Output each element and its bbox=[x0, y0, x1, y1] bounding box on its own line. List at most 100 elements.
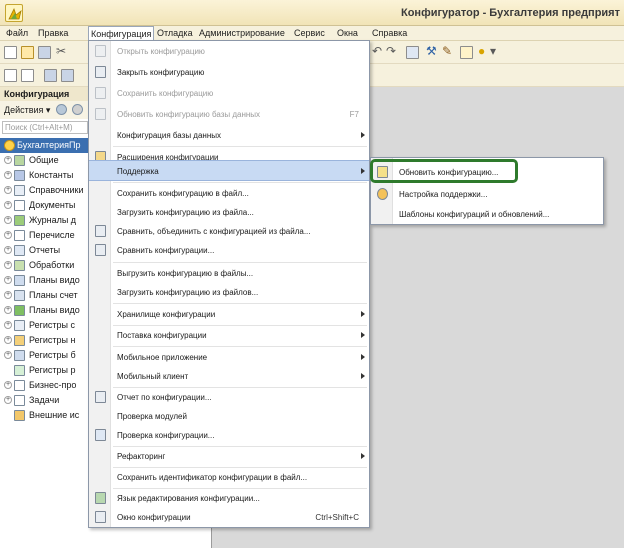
title-bar: Конфигуратор - Бухгалтерия предприят bbox=[0, 0, 624, 26]
new-file-icon[interactable] bbox=[4, 46, 17, 59]
menu-item-config-report[interactable]: Отчет по конфигурации... bbox=[89, 387, 369, 408]
reports-icon bbox=[14, 245, 25, 256]
expand-icon[interactable]: + bbox=[4, 351, 12, 359]
notes-icon[interactable] bbox=[460, 46, 473, 59]
update-config-icon bbox=[377, 166, 388, 178]
documents-icon bbox=[14, 200, 25, 211]
menu-item-save-config-id[interactable]: Сохранить идентификатор конфигурации в ф… bbox=[89, 467, 369, 488]
journals-icon bbox=[14, 215, 25, 226]
actions-menu-button[interactable]: Действия ▾ bbox=[4, 105, 50, 115]
menu-service[interactable]: Сервис bbox=[294, 28, 325, 38]
search-input[interactable]: Поиск (Ctrl+Alt+M) bbox=[2, 121, 88, 134]
report-config-icon bbox=[95, 391, 106, 403]
submenu-arrow-icon bbox=[361, 332, 365, 338]
menu-item-check-config[interactable]: Проверка конфигурации... bbox=[89, 425, 369, 446]
enums-icon bbox=[14, 230, 25, 241]
open-folder-icon[interactable] bbox=[21, 46, 34, 59]
menu-item-support[interactable]: Поддержка bbox=[89, 160, 369, 181]
save-config-icon bbox=[95, 87, 106, 99]
menu-edit[interactable]: Правка bbox=[38, 28, 68, 38]
info-icon[interactable]: ● bbox=[478, 44, 485, 58]
expand-icon[interactable]: + bbox=[4, 306, 12, 314]
expand-icon[interactable]: + bbox=[4, 201, 12, 209]
menu-administration[interactable]: Администрирование bbox=[199, 28, 285, 38]
menu-item-save-config-file[interactable]: Сохранить конфигурацию в файл... bbox=[89, 183, 369, 204]
1c-logo-icon[interactable] bbox=[5, 4, 23, 22]
tools-icon[interactable]: ⚒ bbox=[426, 44, 437, 58]
menu-item-refactoring[interactable]: Рефакторинг bbox=[89, 446, 369, 467]
common-icon bbox=[14, 155, 25, 166]
menu-item-mobile-app[interactable]: Мобильное приложение bbox=[89, 347, 369, 368]
menu-item-mobile-client[interactable]: Мобильный клиент bbox=[89, 366, 369, 387]
save-icon[interactable] bbox=[38, 46, 51, 59]
expand-icon[interactable]: + bbox=[4, 246, 12, 254]
expand-icon[interactable]: + bbox=[4, 291, 12, 299]
constants-icon bbox=[14, 170, 25, 181]
expand-icon[interactable]: + bbox=[4, 171, 12, 179]
expand-icon[interactable]: + bbox=[4, 156, 12, 164]
chart-types-icon bbox=[14, 275, 25, 286]
menu-item-check-modules[interactable]: Проверка модулей bbox=[89, 406, 369, 427]
tasks-icon bbox=[14, 395, 25, 406]
expand-icon[interactable]: + bbox=[4, 321, 12, 329]
external-sources-icon bbox=[14, 410, 25, 421]
toolbar-dropdown-icon[interactable]: ▾ bbox=[490, 44, 496, 58]
menu-item-save-config[interactable]: Сохранить конфигурацию bbox=[89, 83, 369, 104]
menu-item-db-config[interactable]: Конфигурация базы данных bbox=[89, 125, 369, 146]
submenu-arrow-icon bbox=[361, 132, 365, 138]
module-icon[interactable] bbox=[44, 69, 57, 82]
window-title: Конфигуратор - Бухгалтерия предприят bbox=[401, 7, 620, 19]
list-icon[interactable] bbox=[4, 69, 17, 82]
edit-icon[interactable] bbox=[72, 104, 83, 115]
menu-configuration[interactable]: Конфигурация bbox=[88, 26, 155, 41]
menu-item-repository[interactable]: Хранилище конфигурации bbox=[89, 304, 369, 325]
menu-item-config-window[interactable]: Окно конфигурации Ctrl+Shift+C bbox=[89, 507, 369, 528]
back-icon[interactable]: ↶ bbox=[372, 44, 382, 58]
menu-item-close-config[interactable]: Закрыть конфигурацию bbox=[89, 62, 369, 83]
close-config-icon bbox=[95, 66, 106, 78]
windows-icon[interactable] bbox=[406, 46, 419, 59]
submenu-arrow-icon bbox=[361, 354, 365, 360]
properties-icon[interactable] bbox=[21, 69, 34, 82]
add-icon[interactable] bbox=[56, 104, 67, 115]
acc-registers-icon bbox=[14, 350, 25, 361]
syntax-helper-icon[interactable]: ✎ bbox=[442, 44, 452, 58]
submenu-arrow-icon bbox=[361, 168, 365, 174]
menu-windows[interactable]: Окна bbox=[337, 28, 358, 38]
submenu-arrow-icon bbox=[361, 311, 365, 317]
configuration-icon bbox=[4, 140, 15, 151]
menu-item-delivery[interactable]: Поставка конфигурации bbox=[89, 325, 369, 346]
menu-item-load-config-file[interactable]: Загрузить конфигурацию из файла... bbox=[89, 202, 369, 223]
menu-item-import-files[interactable]: Загрузить конфигурацию из файлов... bbox=[89, 282, 369, 303]
business-process-icon bbox=[14, 380, 25, 391]
expand-icon[interactable]: + bbox=[4, 186, 12, 194]
form-icon[interactable] bbox=[61, 69, 74, 82]
expand-icon[interactable]: + bbox=[4, 216, 12, 224]
open-config-icon bbox=[95, 45, 106, 57]
expand-icon[interactable]: + bbox=[4, 261, 12, 269]
forward-icon[interactable]: ↷ bbox=[386, 44, 396, 58]
menu-item-edit-language[interactable]: Язык редактирования конфигурации... bbox=[89, 488, 369, 509]
menu-item-open-config[interactable]: Открыть конфигурацию bbox=[89, 41, 369, 62]
support-settings-icon bbox=[377, 188, 388, 200]
submenu-arrow-icon bbox=[361, 453, 365, 459]
submenu-item-support-settings[interactable]: Настройка поддержки... bbox=[371, 184, 603, 204]
menu-item-export-files[interactable]: Выгрузить конфигурацию в файлы... bbox=[89, 263, 369, 284]
expand-icon[interactable]: + bbox=[4, 231, 12, 239]
menu-help[interactable]: Справка bbox=[372, 28, 407, 38]
cut-icon[interactable]: ✂ bbox=[56, 44, 66, 58]
shortcut-f7: F7 bbox=[349, 110, 359, 119]
menu-item-compare-configs[interactable]: Сравнить конфигурации... bbox=[89, 240, 369, 261]
expand-icon[interactable]: + bbox=[4, 381, 12, 389]
expand-icon[interactable]: + bbox=[4, 396, 12, 404]
expand-icon[interactable]: + bbox=[4, 276, 12, 284]
calc-types-icon bbox=[14, 305, 25, 316]
menu-file[interactable]: Файл bbox=[6, 28, 28, 38]
submenu-item-templates[interactable]: Шаблоны конфигураций и обновлений... bbox=[371, 204, 603, 224]
processing-icon bbox=[14, 260, 25, 271]
menu-debug[interactable]: Отладка bbox=[157, 28, 193, 38]
submenu-item-update-config[interactable]: Обновить конфигурацию... bbox=[371, 162, 603, 182]
menu-item-update-db-config[interactable]: Обновить конфигурацию базы данных F7 bbox=[89, 104, 369, 125]
menu-item-compare-merge[interactable]: Сравнить, объединить с конфигурацией из … bbox=[89, 221, 369, 242]
expand-icon[interactable]: + bbox=[4, 336, 12, 344]
